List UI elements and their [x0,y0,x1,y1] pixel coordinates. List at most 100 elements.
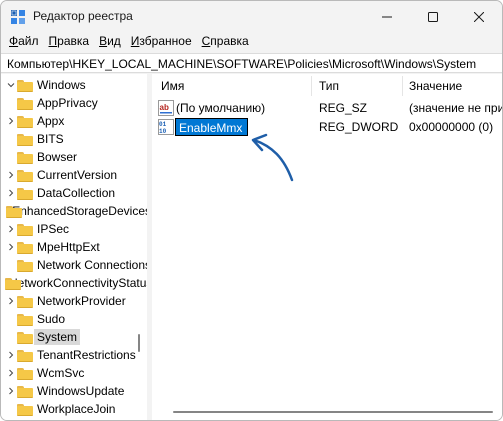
menu-help[interactable]: Справка [197,32,254,52]
menu-favorites[interactable]: Избранное [126,32,197,52]
tree-item-label: AppPrivacy [37,96,98,110]
folder-icon [17,115,33,128]
menu-edit-mnemonic: П [48,34,58,48]
no-expander [5,97,17,109]
column-divider[interactable] [311,76,312,96]
no-expander [5,331,17,343]
tree-item-windows[interactable]: Windows [5,76,147,94]
tree-item-label: Appx [37,114,65,128]
tree-item[interactable]: Appx [5,112,147,130]
binary-value-icon: 01 10 [158,119,174,135]
tree-scrollbar-thumb[interactable] [138,334,140,352]
folder-icon [17,295,33,308]
menu-file-label: айл [18,34,39,48]
chevron-right-icon[interactable] [5,367,17,379]
chevron-down-icon[interactable] [5,79,17,91]
tree-item[interactable]: BITS [5,130,147,148]
menu-edit-label: равка [57,34,90,48]
tree-item[interactable]: EnhancedStorageDevices [5,202,147,220]
value-row[interactable]: 01 10 REG_DWORD 0x00000000 (0) [152,118,502,136]
tree-item-label: Sudo [37,312,66,326]
maximize-icon [428,11,438,22]
value-row[interactable]: ab (По умолчанию) REG_SZ (значение не пр… [152,99,502,117]
svg-text:01: 01 [159,121,167,128]
maximize-button[interactable] [410,1,456,32]
column-header-name[interactable]: Имя [161,74,311,98]
close-button[interactable] [456,1,502,32]
chevron-right-icon[interactable] [5,223,17,235]
address-bar[interactable]: Компьютер\HKEY_LOCAL_MACHINE\SOFTWARE\Po… [1,53,502,73]
menu-view[interactable]: Вид [94,32,126,52]
tree-item-label: System [34,329,81,345]
menu-help-label: правка [210,34,249,48]
minimize-button[interactable] [364,1,410,32]
tree-item[interactable]: Sudo [5,310,147,328]
chevron-right-icon[interactable] [5,295,17,307]
menu-file[interactable]: Файл [4,32,44,52]
menu-file-mnemonic: Ф [9,34,19,48]
registry-editor-icon [11,10,25,24]
tree-item[interactable]: WindowsUpdate [5,382,147,400]
svg-text:ab: ab [160,103,169,112]
value-type: REG_DWORD [319,120,399,134]
tree-item[interactable]: CurrentVersion [5,166,147,184]
folder-icon [17,151,33,164]
tree-item[interactable]: DataCollection [5,184,147,202]
registry-editor-window: Редактор реестра Файл Правка Вид Избранн… [0,0,503,421]
list-scrollbar-thumb[interactable] [173,411,493,413]
minimize-icon [382,16,392,17]
rename-input[interactable] [175,118,248,136]
chevron-right-icon[interactable] [5,385,17,397]
folder-open-icon [17,331,33,344]
column-divider[interactable] [402,76,403,96]
menu-bar: Файл Правка Вид Избранное Справка [1,32,502,52]
tree-item[interactable]: WorkplaceJoin [5,400,147,418]
tree-item-label: WindowsUpdate [37,384,125,398]
tree-item[interactable]: TenantRestrictions [5,346,147,364]
chevron-right-icon[interactable] [5,115,17,127]
folder-icon [16,259,33,272]
chevron-right-icon[interactable] [5,241,17,253]
folder-icon [17,349,33,362]
tree-item-label: WorkplaceJoin [37,402,116,416]
annotation-arrow-icon [251,133,294,182]
tree-item-label: EnhancedStorageDevices [12,204,147,218]
menu-view-label: ид [107,34,121,48]
column-header-value[interactable]: Значение [409,74,502,98]
tree-item-label: CurrentVersion [37,168,118,182]
column-header-type[interactable]: Тип [319,74,404,98]
tree-item-label: IPSec [37,222,70,236]
svg-text:10: 10 [159,128,167,135]
tree-item-label: Windows [37,78,86,92]
tree-item[interactable]: IPSec [5,220,147,238]
tree-item-label: Bowser [37,150,78,164]
tree-item-label: Network Connections [36,258,147,272]
no-expander [5,259,17,271]
tree-item[interactable]: AppPrivacy [5,94,147,112]
value-name: (По умолчанию) [176,101,266,115]
chevron-right-icon[interactable] [5,187,17,199]
menu-edit[interactable]: Правка [44,32,95,52]
tree-item[interactable]: NetworkConnectivityStatusIndicator [5,274,147,292]
folder-icon [17,223,33,236]
folder-icon [17,169,33,182]
chevron-right-icon[interactable] [5,349,17,361]
menu-favorites-label: збранное [139,34,192,48]
folder-icon [17,367,33,380]
chevron-right-icon[interactable] [5,169,17,181]
key-tree[interactable]: Windows AppPrivacy Appx BITS Bowser Curr… [1,74,147,420]
tree-item[interactable]: WcmSvc [5,364,147,382]
folder-icon [6,205,23,218]
tree-item[interactable]: Network Connections [5,256,147,274]
tree-item[interactable]: MpeHttpExt [5,238,147,256]
tree-item[interactable]: Bowser [5,148,147,166]
tree-item-system[interactable]: System [5,328,147,346]
tree-item[interactable]: NetworkProvider [5,292,147,310]
values-list[interactable]: Имя Тип Значение ab (По умолчанию) REG_S… [152,74,502,420]
window-title: Редактор реестра [33,9,133,23]
tree-item-label: WcmSvc [37,366,85,380]
menu-help-mnemonic: С [201,34,211,48]
no-expander [5,403,17,415]
tree-item-label: DataCollection [37,186,116,200]
folder-icon [17,313,33,326]
